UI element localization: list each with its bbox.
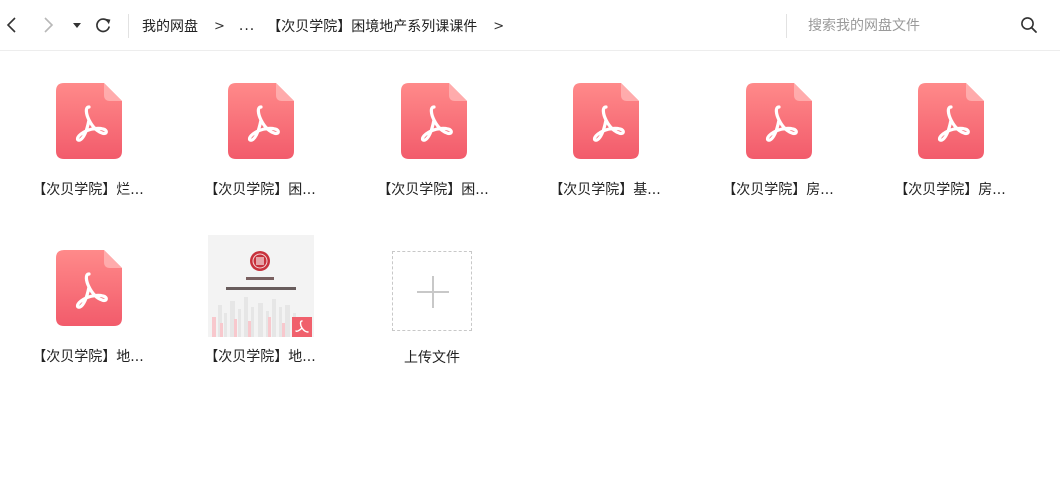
refresh-icon xyxy=(96,18,111,33)
breadcrumb-separator: > xyxy=(214,18,225,34)
refresh-button[interactable] xyxy=(92,14,114,36)
toolbar-divider xyxy=(128,14,129,38)
pdf-file-icon xyxy=(56,250,122,326)
file-name: 【次贝学院】困... xyxy=(377,182,489,198)
breadcrumb: 我的网盘 > ... 【次贝学院】困境地产系列课课件 > xyxy=(142,15,518,37)
chevron-left-icon xyxy=(6,17,16,33)
back-button[interactable] xyxy=(1,14,23,36)
chevron-right-icon xyxy=(44,17,54,33)
breadcrumb-root[interactable]: 我的网盘 xyxy=(142,16,198,36)
file-item-thumbnail[interactable]: 【次贝学院】地... xyxy=(180,51,340,381)
history-dropdown-button[interactable] xyxy=(66,14,88,36)
file-name: 【次贝学院】房... xyxy=(894,182,1006,198)
upload-file-button[interactable]: 上传文件 xyxy=(352,251,512,381)
file-item[interactable]: 【次贝学院】困... xyxy=(353,51,513,198)
file-item[interactable]: 【次贝学院】烂... xyxy=(8,51,168,198)
pdf-file-icon xyxy=(56,83,122,159)
file-item[interactable]: 【次贝学院】地... xyxy=(8,218,168,365)
file-item[interactable]: 【次贝学院】房... xyxy=(698,51,858,198)
forward-button[interactable] xyxy=(37,14,59,36)
plus-icon xyxy=(417,276,449,308)
pdf-file-icon xyxy=(401,83,467,159)
file-item[interactable]: 【次贝学院】基... xyxy=(525,51,685,198)
pdf-file-icon xyxy=(573,83,639,159)
pdf-file-icon xyxy=(918,83,984,159)
file-name: 【次贝学院】基... xyxy=(549,182,661,198)
search-divider xyxy=(786,14,787,38)
file-name: 【次贝学院】烂... xyxy=(32,182,144,198)
upload-dropzone[interactable] xyxy=(392,251,472,331)
file-name: 【次贝学院】房... xyxy=(722,182,834,198)
search-icon xyxy=(1021,17,1037,33)
toolbar: 我的网盘 > ... 【次贝学院】困境地产系列课课件 > xyxy=(0,0,1060,51)
breadcrumb-current[interactable]: 【次贝学院】困境地产系列课课件 xyxy=(267,16,477,36)
breadcrumb-separator-trailing: > xyxy=(493,18,505,34)
pdf-file-icon xyxy=(746,83,812,159)
upload-label: 上传文件 xyxy=(404,350,460,366)
caret-down-icon xyxy=(73,23,81,28)
search-input[interactable] xyxy=(808,14,1008,38)
file-item[interactable]: 【次贝学院】房... xyxy=(870,51,1030,198)
file-name: 【次贝学院】地... xyxy=(204,349,316,365)
breadcrumb-ellipsis[interactable]: ... xyxy=(239,18,255,34)
pdf-thumbnail xyxy=(208,235,314,337)
file-grid: 【次贝学院】烂... 【次贝学院】困... 【次贝学院】困... 【次贝学院】基… xyxy=(0,51,1060,484)
file-name: 【次贝学院】地... xyxy=(32,349,144,365)
search-button[interactable] xyxy=(1019,15,1039,35)
